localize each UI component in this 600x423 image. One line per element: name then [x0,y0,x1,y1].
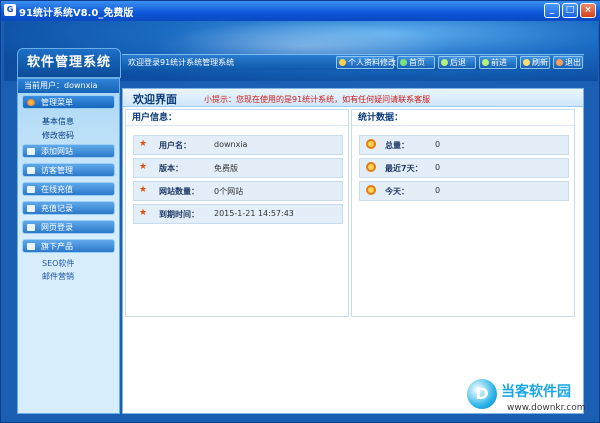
stats-value: 0 [435,186,441,195]
forward-button[interactable]: 前进 [479,56,517,69]
stats-value: 0 [435,140,441,149]
menu-products[interactable]: 旗下产品 [22,239,115,253]
logout-button[interactable]: 退出 [553,56,583,69]
stats-label: 最近7天： [385,164,423,173]
folder-icon [27,243,35,250]
menu-recharge-label: 在线充值 [41,185,73,194]
info-row: ★ 网站数量： 0个网站 [133,181,343,201]
main-header: 欢迎界面 小提示：您现在使用的是91统计系统，如有任何疑问请联系客服 [123,89,583,107]
folder-icon [27,186,35,193]
folder-icon [27,148,35,155]
menu-manage[interactable]: 管理菜单 [22,95,115,109]
user-info-heading: 用户信息： [126,110,348,126]
menu-products-label: 旗下产品 [41,242,73,251]
info-label: 用户名： [159,141,191,150]
stats-panel: 统计数据： 总量： 0 最近7天： 0 今天： 0 [351,109,575,317]
home-icon [400,59,407,66]
profile-label: 个人资料修改 [348,58,396,67]
logout-icon [556,59,563,66]
watermark-logo: D [467,379,497,409]
info-label: 到期时间： [159,210,199,219]
back-label: 后退 [450,58,466,67]
watermark-url: www.downkr.com [507,403,586,413]
star-icon: ★ [139,208,148,218]
menu-recharge-log-label: 充值记录 [41,204,73,213]
refresh-icon [523,59,530,66]
folder-icon [27,205,35,212]
submenu-change-password[interactable]: 修改密码 [42,130,74,141]
gear-icon [366,185,376,195]
info-row: ★ 用户名： downxia [133,135,343,155]
info-value: 免费版 [214,164,238,173]
stats-heading: 统计数据： [352,110,574,126]
sidebar: 当前用户：downxia 管理菜单 基本信息 修改密码 添加网站 访客管理 在线… [17,78,120,414]
menu-web-login-label: 网页登录 [41,223,73,232]
menu-manage-label: 管理菜单 [41,98,73,107]
home-label: 首页 [409,58,425,67]
welcome-message: 欢迎登录91统计系统管理系统 [128,58,235,67]
watermark-brand: 当客软件园 [501,384,571,400]
stats-row: 总量： 0 [359,135,569,155]
submenu-seo[interactable]: SEO软件 [42,258,74,269]
menu-recharge-log[interactable]: 充值记录 [22,201,115,215]
top-navbar: 欢迎登录91统计系统管理系统 个人资料修改 首页 后退 前进 刷新 退出 [122,54,584,70]
tip-text: 小提示：您现在使用的是91统计系统，如有任何疑问请联系客服 [204,95,431,104]
stats-row: 最近7天： 0 [359,158,569,178]
maximize-button[interactable]: □ [562,3,578,18]
info-label: 版本： [159,164,183,173]
user-info-panel: 用户信息： ★ 用户名： downxia ★ 版本： 免费版 ★ 网站数量： 0个网站 ★ 到… [125,109,349,317]
folder-icon [27,224,35,231]
watermark: D 当客软件园 www.downkr.com [467,379,597,421]
stats-label: 总量： [385,141,409,150]
forward-icon [482,59,489,66]
stats-label: 今天： [385,187,409,196]
title-bar[interactable]: G 91统计系统V8.0_免费版 _ □ × [1,1,600,21]
star-icon: ★ [139,162,148,172]
app-icon: G [4,4,16,16]
star-icon: ★ [139,185,148,195]
close-button[interactable]: × [580,3,596,18]
menu-web-login[interactable]: 网页登录 [22,220,115,234]
window-title: 91统计系统V8.0_免费版 [19,8,134,19]
folder-icon [27,167,35,174]
current-user: 当前用户：downxia [18,79,119,93]
refresh-label: 刷新 [532,58,548,67]
back-icon [441,59,448,66]
info-row: ★ 到期时间： 2015-1-21 14:57:43 [133,204,343,224]
menu-add-site[interactable]: 添加网站 [22,144,115,158]
app-logo: 软件管理系统 [17,48,121,78]
menu-visitor[interactable]: 访客管理 [22,163,115,177]
menu-icon [27,99,35,106]
refresh-button[interactable]: 刷新 [520,56,550,69]
gear-icon [366,162,376,172]
info-value: downxia [214,140,248,149]
forward-label: 前进 [491,58,507,67]
submenu-basic-info[interactable]: 基本信息 [42,116,74,127]
logout-label: 退出 [565,58,581,67]
star-icon: ★ [139,139,148,149]
menu-add-site-label: 添加网站 [41,147,73,156]
info-value: 0个网站 [214,187,244,196]
gear-icon [366,139,376,149]
minimize-button[interactable]: _ [544,3,560,18]
submenu-email[interactable]: 邮件营销 [42,271,74,282]
main-panel: 欢迎界面 小提示：您现在使用的是91统计系统，如有任何疑问请联系客服 用户信息：… [122,88,584,414]
info-row: ★ 版本： 免费版 [133,158,343,178]
menu-visitor-label: 访客管理 [41,166,73,175]
back-button[interactable]: 后退 [438,56,476,69]
page-title: 欢迎界面 [133,93,177,106]
stats-value: 0 [435,163,441,172]
info-value: 2015-1-21 14:57:43 [214,209,294,218]
home-button[interactable]: 首页 [397,56,435,69]
profile-button[interactable]: 个人资料修改 [336,56,396,69]
app-window: G 91统计系统V8.0_免费版 _ □ × 软件管理系统 欢迎登录91统计系统… [0,0,600,423]
menu-recharge[interactable]: 在线充值 [22,182,115,196]
user-icon [339,59,346,66]
stats-row: 今天： 0 [359,181,569,201]
info-label: 网站数量： [159,187,199,196]
